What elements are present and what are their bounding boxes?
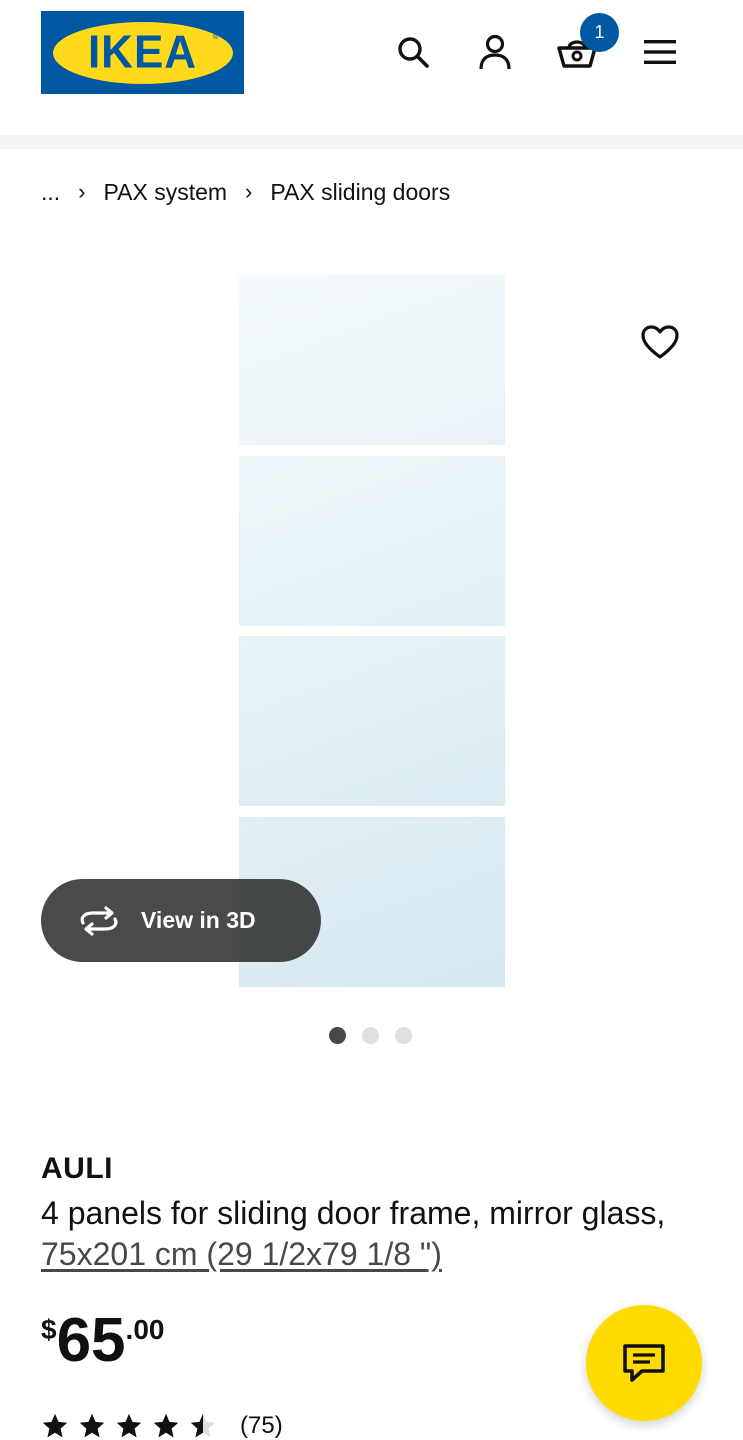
- hamburger-menu-icon: [644, 40, 676, 64]
- chat-bubble-icon: [623, 1344, 665, 1382]
- carousel-dot[interactable]: [362, 1027, 379, 1044]
- star-half-icon: [190, 1413, 216, 1438]
- header-divider: [0, 135, 743, 149]
- logo-wordmark: IKEA: [87, 26, 198, 78]
- cart-count-badge: 1: [580, 13, 619, 52]
- mirror-panel: [239, 636, 505, 806]
- star-full-icon: [153, 1413, 179, 1438]
- price-currency: $: [41, 1314, 57, 1345]
- price-decimal: .00: [125, 1314, 165, 1345]
- product-rating[interactable]: (75): [41, 1410, 283, 1440]
- star-full-icon: [79, 1413, 105, 1438]
- logo-oval: IKEA ®: [52, 21, 233, 84]
- mirror-panel: [239, 456, 505, 626]
- product-description: 4 panels for sliding door frame, mirror …: [41, 1193, 681, 1275]
- breadcrumb-ellipsis[interactable]: ...: [41, 179, 60, 206]
- heart-icon: [641, 325, 679, 359]
- search-button[interactable]: [391, 30, 435, 74]
- mirror-panel: [239, 275, 505, 445]
- view-in-3d-label: View in 3D: [141, 907, 256, 933]
- breadcrumb: ... › PAX system › PAX sliding doors: [41, 176, 450, 208]
- chat-button[interactable]: [586, 1305, 702, 1421]
- breadcrumb-separator: ›: [78, 179, 86, 204]
- carousel-dot-active[interactable]: [329, 1027, 346, 1044]
- profile-button[interactable]: [473, 30, 517, 74]
- ikea-logo[interactable]: IKEA ®: [41, 11, 244, 94]
- favorite-button[interactable]: [638, 320, 682, 364]
- star-full-icon: [116, 1413, 142, 1438]
- review-count: (75): [240, 1412, 283, 1439]
- carousel-dot[interactable]: [395, 1027, 412, 1044]
- breadcrumb-item-pax-system[interactable]: PAX system: [104, 179, 228, 206]
- site-header: IKEA ® 1: [0, 0, 743, 135]
- view-in-3d-button[interactable]: View in 3D: [41, 879, 321, 962]
- menu-button[interactable]: [638, 30, 682, 74]
- product-name: AULI: [41, 1152, 113, 1185]
- star-full-icon: [42, 1413, 68, 1438]
- search-icon: [398, 37, 429, 68]
- price-integer: 65: [56, 1306, 126, 1375]
- product-measurement-link[interactable]: 75x201 cm (29 1/2x79 1/8 "): [41, 1236, 442, 1272]
- breadcrumb-item-pax-sliding-doors[interactable]: PAX sliding doors: [270, 179, 450, 206]
- rotate-3d-icon: [80, 905, 118, 936]
- product-price: $ 65 .00: [41, 1306, 164, 1376]
- image-carousel-indicator: [329, 1027, 412, 1044]
- logo-registered-mark: ®: [212, 31, 219, 41]
- profile-icon: [479, 34, 511, 70]
- product-type-text: 4 panels for sliding door frame, mirror …: [41, 1195, 666, 1231]
- breadcrumb-separator: ›: [245, 179, 253, 204]
